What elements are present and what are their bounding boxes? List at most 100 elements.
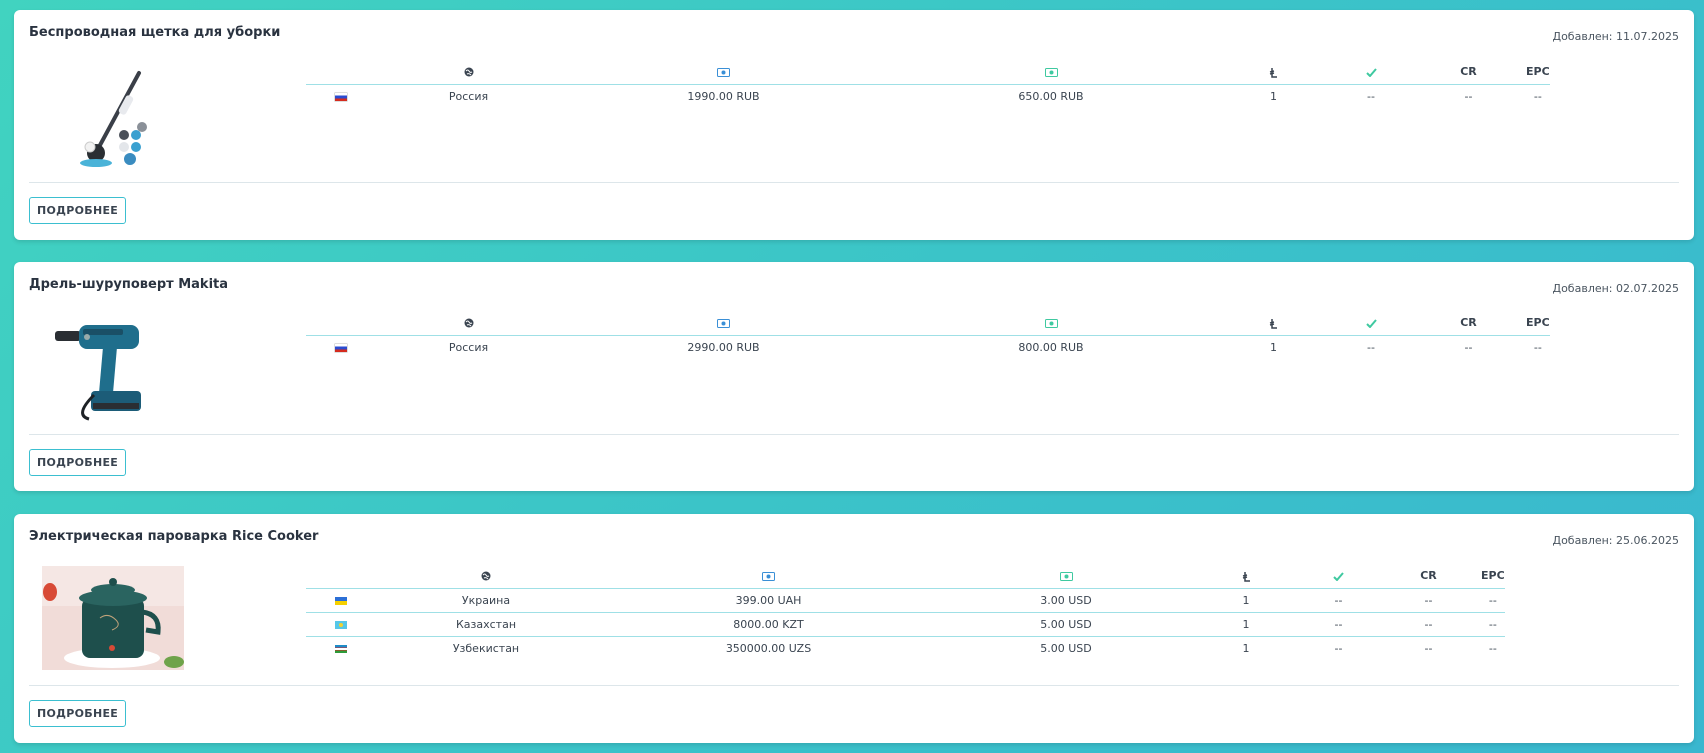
offers-table: CR EPC Россия 1990.00 RUB 650.00 RUB 1 -… <box>306 60 1550 108</box>
approve-cell: -- <box>1334 641 1343 655</box>
approve-column-header <box>1331 60 1411 85</box>
payout-column-header <box>886 311 1216 336</box>
offer-date: Добавлен: 25.06.2025 <box>1552 534 1679 547</box>
details-button[interactable]: ПОДРОБНЕЕ <box>29 700 127 727</box>
lira-icon <box>1269 67 1277 78</box>
globe-icon <box>464 67 473 77</box>
offers-table: CR EPC Украина 399.00 UAH 3.00 USD 1 -- … <box>306 564 1505 660</box>
lira-icon <box>1242 571 1250 582</box>
hold-column-header <box>1216 60 1331 85</box>
details-button[interactable]: ПОДРОБНЕЕ <box>29 197 127 224</box>
epc-cell: -- <box>1481 612 1505 637</box>
country-cell: Узбекистан <box>452 641 520 655</box>
offer-title: Дрель-шуруповерт Makita <box>29 277 229 292</box>
payout-cell: 3.00 USD <box>941 588 1191 613</box>
price-column-header <box>596 564 941 589</box>
check-icon <box>1333 572 1344 581</box>
table-row: Казахстан 8000.00 KZT 5.00 USD 1 -- -- -… <box>306 612 1505 637</box>
flag-kazakhstan-icon <box>335 620 347 629</box>
price-cell: 2990.00 RUB <box>687 340 760 354</box>
product-image-brush <box>39 60 179 180</box>
price-cell: 1990.00 RUB <box>687 89 760 103</box>
cr-cell: -- <box>1424 641 1433 655</box>
offer-card: Электрическая пароварка Rice Cooker Доба… <box>14 514 1694 743</box>
epc-cell: -- <box>1533 340 1542 354</box>
country-cell: Россия <box>448 340 489 354</box>
money-icon <box>717 318 730 328</box>
lira-icon <box>1269 318 1277 329</box>
price-cell: 350000.00 UZS <box>725 641 812 655</box>
money-icon <box>762 571 775 581</box>
payout-column-header <box>886 60 1216 85</box>
offer-card: Дрель-шуруповерт Makita Добавлен: 02.07.… <box>14 262 1694 491</box>
price-column-header <box>561 60 886 85</box>
cr-cell: -- <box>1464 340 1473 354</box>
approve-cell: -- <box>1367 340 1375 354</box>
hold-column-header <box>1216 311 1331 336</box>
divider <box>29 685 1679 686</box>
country-column-header <box>376 311 561 336</box>
payout-cell: 650.00 RUB <box>1018 89 1084 103</box>
payout-column-header <box>941 564 1191 589</box>
epc-column-header: EPC <box>1526 311 1550 336</box>
approve-column-header <box>1331 311 1411 336</box>
hold-cell: 1 <box>1191 612 1301 637</box>
flag-russia-icon <box>335 343 347 352</box>
hold-cell: 1 <box>1270 340 1277 354</box>
hold-cell: 1 <box>1270 89 1277 103</box>
globe-icon <box>464 318 473 328</box>
details-button[interactable]: ПОДРОБНЕЕ <box>29 449 127 476</box>
payout-cell: 5.00 USD <box>1040 641 1092 655</box>
price-cell: 8000.00 KZT <box>596 612 941 637</box>
hold-cell: 1 <box>1191 588 1301 613</box>
offer-date: Добавлен: 02.07.2025 <box>1552 282 1679 295</box>
cr-column-header: CR <box>1411 60 1526 85</box>
hold-cell: 1 <box>1242 641 1250 655</box>
table-row: Узбекистан 350000.00 UZS 5.00 USD 1 -- -… <box>306 636 1505 660</box>
cr-cell: -- <box>1464 89 1473 103</box>
country-cell: Казахстан <box>376 612 596 637</box>
offer-card: Беспроводная щетка для уборки Добавлен: … <box>14 10 1694 240</box>
money-icon <box>1059 571 1073 581</box>
country-column-header <box>376 60 561 85</box>
globe-icon <box>481 571 491 581</box>
flag-russia-icon <box>335 92 347 101</box>
product-image-drill <box>39 310 179 430</box>
price-column-header <box>561 311 886 336</box>
approve-cell: -- <box>1301 588 1376 613</box>
table-row: Россия 1990.00 RUB 650.00 RUB 1 -- -- -- <box>306 84 1550 108</box>
offer-title: Беспроводная щетка для уборки <box>29 25 281 40</box>
divider <box>29 434 1679 435</box>
product-image-rice-cooker <box>42 566 184 670</box>
cr-column-header: CR <box>1411 311 1526 336</box>
approve-column-header <box>1301 564 1376 589</box>
country-cell: Украина <box>376 588 596 613</box>
approve-cell: -- <box>1367 89 1375 103</box>
table-row: Россия 2990.00 RUB 800.00 RUB 1 -- -- -- <box>306 335 1550 359</box>
hold-column-header <box>1191 564 1301 589</box>
approve-cell: -- <box>1301 612 1376 637</box>
flag-uzbekistan-icon <box>335 644 347 653</box>
cr-cell: -- <box>1376 612 1481 637</box>
epc-cell: -- <box>1488 641 1497 655</box>
flag-ukraine-icon <box>335 596 347 605</box>
payout-cell: 800.00 RUB <box>1018 340 1084 354</box>
check-icon <box>1365 319 1377 328</box>
country-column-header <box>376 564 596 589</box>
country-cell: Россия <box>448 89 489 103</box>
epc-column-header: EPC <box>1526 60 1550 85</box>
offer-title: Электрическая пароварка Rice Cooker <box>29 529 319 544</box>
divider <box>29 182 1679 183</box>
epc-column-header: EPC <box>1481 564 1505 589</box>
table-row: Украина 399.00 UAH 3.00 USD 1 -- -- -- <box>306 588 1505 613</box>
money-icon <box>717 67 730 77</box>
epc-cell: -- <box>1533 89 1542 103</box>
cr-cell: -- <box>1376 588 1481 613</box>
epc-cell: -- <box>1481 588 1505 613</box>
price-cell: 399.00 UAH <box>596 588 941 613</box>
money-icon <box>1044 67 1058 77</box>
payout-cell: 5.00 USD <box>941 612 1191 637</box>
offers-table: CR EPC Россия 2990.00 RUB 800.00 RUB 1 -… <box>306 311 1550 359</box>
money-icon <box>1044 318 1058 328</box>
check-icon <box>1365 68 1377 77</box>
